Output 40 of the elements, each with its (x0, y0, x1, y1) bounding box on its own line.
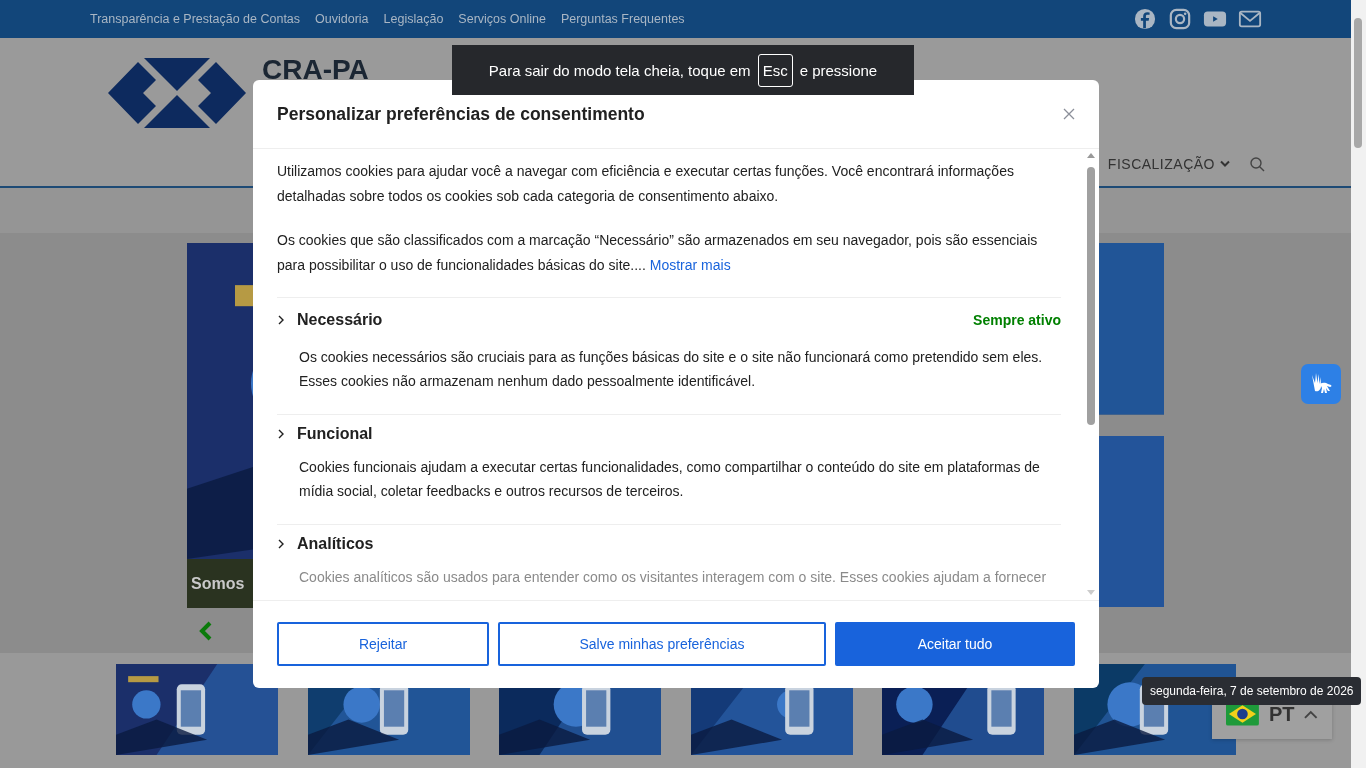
nav-menu-item[interactable]: FISCALIZAÇÃO (1107, 156, 1230, 172)
top-nav-link[interactable]: Perguntas Frequentes (560, 12, 685, 26)
intro-paragraph: Utilizamos cookies para ajudar você a navegar com eficiência e executar certas funções. Você encontrará informações detalhadas sobre todos os cookies sob cada categoria de consentimento abaixo. (277, 162, 1015, 206)
top-nav-link[interactable]: Legislação (383, 12, 444, 26)
slide-caption: Somos (191, 574, 245, 593)
mail-icon[interactable] (1238, 8, 1262, 30)
key-cap: Esc (757, 53, 793, 87)
dialog-title: Personalizar preferências de consentimento (277, 103, 646, 125)
category-description: Cookies funcionais ajudam a executar certas funcionalidades, como compartilhar o conteúdo do site em plataformas de mídia social, coletar feedbacks e outros recursos de terceiros. (299, 457, 1041, 501)
close-icon[interactable] (1063, 108, 1075, 120)
status-label: Sempre ativo (973, 311, 1061, 330)
logo-icon[interactable] (108, 58, 246, 128)
instagram-icon[interactable] (1168, 8, 1192, 30)
category-toggle[interactable]: Necessário (297, 311, 962, 330)
top-nav-link[interactable]: Serviços Online (458, 12, 546, 26)
page-scrollbar[interactable] (1351, 0, 1366, 768)
show-more-link[interactable]: Mostrar mais (649, 256, 731, 273)
accept-button[interactable]: Aceitar tudo (835, 622, 1075, 666)
notice-text: e pressione (799, 61, 878, 79)
top-nav-link[interactable]: Ouvidoria (315, 12, 369, 26)
category-toggle[interactable]: Analíticos (297, 534, 1061, 553)
logo-text: CRA-PA (262, 56, 369, 84)
sign-language-button[interactable] (1301, 364, 1341, 404)
chevron-icon[interactable] (277, 538, 285, 549)
facebook-icon[interactable] (1133, 8, 1157, 30)
category-description: Cookies analíticos são usados para entender como os visitantes interagem com o site. Esses cookies ajudam a fornecer (299, 567, 1048, 587)
date-tooltip: segunda-feira, 7 de setembro de 2026 (1142, 677, 1362, 705)
dialog-button[interactable]: Rejeitar (277, 622, 489, 666)
dialog-button[interactable]: Salve minhas preferências (498, 622, 826, 666)
notice-text: Para sair do modo tela cheia, toque em (488, 61, 751, 79)
scrollbar-thumb[interactable] (1354, 18, 1362, 148)
intro-paragraph: Os cookies que são classificados com a marcação “Necessário” são armazenados em seu navegador, pois são essenciais para possibilitar o uso de funcionalidades básicas do site.... Mostrar mais (277, 231, 1039, 275)
chevron-icon[interactable] (277, 315, 285, 326)
category-description: Os cookies necessários são cruciais para as funções básicas do site e o site não funcionará como pretendido sem eles. Esses cookies não armazenam nenhum dado pessoalmente identificável. (299, 347, 1044, 391)
top-nav-link[interactable]: Transparência e Prestação de Contas (90, 12, 301, 26)
caret-icon (1304, 709, 1318, 719)
chevron-icon[interactable] (277, 428, 285, 439)
category-toggle[interactable]: Funcional (297, 424, 1061, 443)
dialog-scrollbar[interactable] (1086, 153, 1096, 595)
search-icon[interactable] (1250, 157, 1265, 172)
